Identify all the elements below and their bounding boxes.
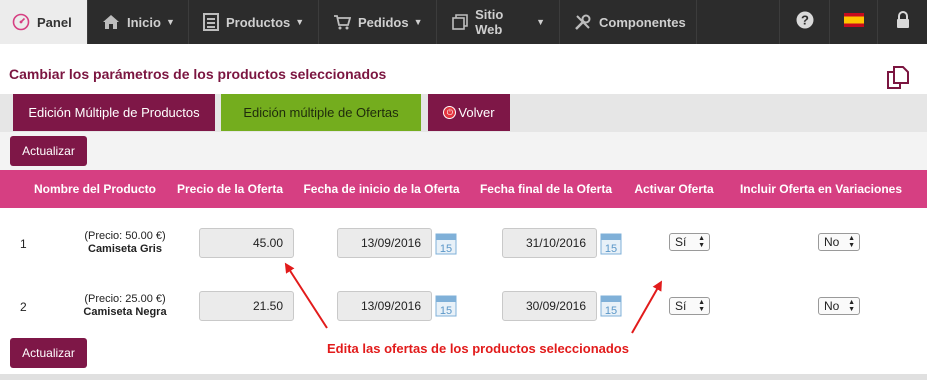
footer-strip (0, 374, 927, 380)
annotation-arrows (284, 262, 662, 334)
arrow-to-activate (631, 280, 662, 334)
annotation-text: Edita las ofertas de los productos selec… (327, 341, 629, 356)
arrow-to-price (284, 262, 328, 329)
